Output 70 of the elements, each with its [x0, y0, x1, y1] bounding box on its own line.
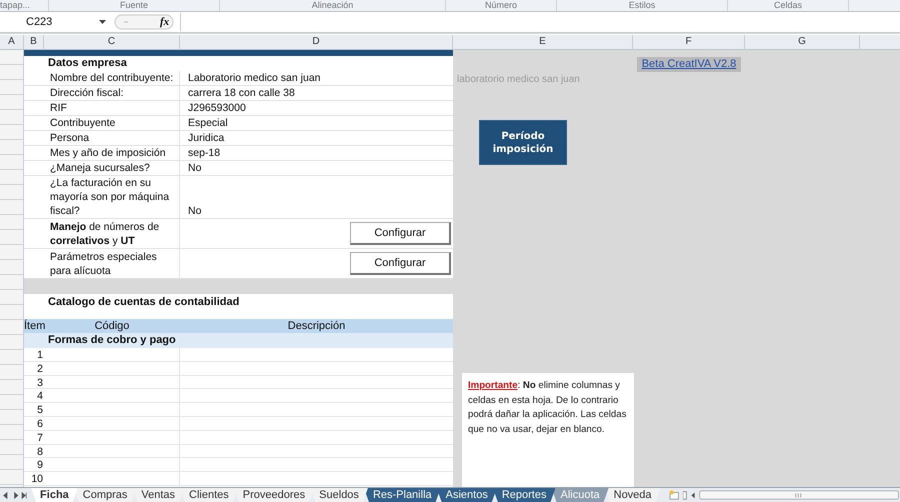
item-number: 4	[36, 389, 44, 402]
important-label: Importante	[468, 380, 518, 391]
tab-navigation-icon[interactable]	[2, 491, 28, 500]
ribbon-group-label: tapap...	[0, 0, 49, 11]
item-number: 5	[36, 403, 44, 416]
ribbon-group-label: Número	[446, 0, 557, 11]
field-value: Juridica	[187, 131, 226, 145]
sheet-tab[interactable]: Res-Planilla	[364, 488, 441, 502]
sheet-tab[interactable]: Sueldos	[310, 488, 368, 502]
field-label: Mes y año de imposición	[44, 146, 180, 160]
ribbon-group-label: Alineación	[220, 0, 446, 11]
item-number: 8	[36, 444, 44, 458]
field-label: Parámetros especiales para alícuota	[44, 249, 180, 278]
item-number: 10	[30, 472, 44, 485]
field-value: No	[187, 161, 202, 175]
field-label: ¿Maneja sucursales?	[44, 161, 180, 175]
field-value: Especial	[187, 116, 229, 130]
period-button[interactable]: Período imposición	[479, 120, 567, 165]
column-header[interactable]: G	[745, 35, 860, 49]
section-heading: Formas de cobro y pago	[48, 334, 176, 346]
name-box[interactable]: C223	[26, 16, 108, 28]
item-number: 1	[36, 348, 44, 361]
sheet-tab[interactable]: Clientes	[180, 488, 238, 502]
column-heading: Ítem	[24, 319, 44, 333]
field-label: ¿La facturación en su mayoría son por máquina fiscal?	[44, 176, 180, 218]
column-header[interactable]: C	[44, 35, 180, 49]
field-label: Nombre del contribuyente:	[44, 71, 180, 85]
column-header[interactable]: F	[633, 35, 745, 49]
warning-note: Importante: No elimine columnas y celdas en esta hoja. De lo contrario podrá dañar la aplicación. Las celdas que no va usar, dejar en blanco.	[468, 379, 628, 436]
horizontal-scrollbar[interactable]	[682, 489, 900, 501]
dropdown-icon[interactable]	[99, 20, 106, 24]
expand-icon[interactable]	[114, 14, 174, 30]
field-value: Laboratorio medico san juan	[187, 71, 322, 85]
ribbon-group-label: Fuente	[49, 0, 220, 11]
version-link[interactable]: Beta CreatIVA V2.8	[636, 57, 742, 72]
column-header[interactable]: E	[453, 35, 633, 49]
field-value: J296593000	[187, 101, 247, 115]
section-title: Catalogo de cuentas de contabilidad	[47, 295, 240, 310]
column-header[interactable]: D	[180, 35, 453, 49]
field-label: RIF	[44, 101, 180, 115]
configure-button[interactable]: Configurar	[350, 222, 451, 245]
item-number: 7	[36, 430, 44, 444]
column-header[interactable]: A	[0, 35, 24, 49]
column-header[interactable]: B	[24, 35, 44, 49]
item-number: 9	[36, 458, 44, 472]
item-number: 2	[36, 362, 44, 375]
field-label: Persona	[44, 131, 180, 145]
field-label: Manejo de números de correlativos y UT	[44, 219, 180, 248]
section-title: Datos empresa	[47, 56, 128, 71]
configure-button[interactable]: Configurar	[350, 252, 451, 275]
sheet-tab[interactable]: Ventas	[132, 488, 184, 502]
ribbon-group-label: Estilos	[557, 0, 728, 11]
field-value: sep-18	[187, 146, 222, 160]
sheet-tab[interactable]: Asientos	[436, 488, 497, 502]
field-label: Contribuyente	[44, 116, 180, 130]
sheet-tab[interactable]: Reportes	[492, 488, 556, 502]
item-number: 3	[36, 376, 44, 388]
sheet-tab[interactable]: Compras	[74, 488, 136, 502]
field-value: No	[187, 204, 202, 218]
sheet-tab[interactable]: Noveda	[604, 488, 661, 502]
column-heading: Descripción	[286, 319, 346, 333]
sheet-tab[interactable]: Ficha	[31, 488, 78, 502]
sheet-tab[interactable]: Proveedores	[234, 488, 314, 502]
cell-text: laboratorio medico san juan	[457, 74, 580, 85]
field-value: carrera 18 con calle 38	[187, 86, 296, 100]
ribbon-group-label: Celdas	[728, 0, 849, 11]
column-heading: Código	[94, 319, 130, 333]
item-number: 6	[36, 416, 44, 430]
field-label: Dirección fiscal:	[44, 86, 180, 100]
function-button[interactable]: fx	[160, 16, 170, 28]
